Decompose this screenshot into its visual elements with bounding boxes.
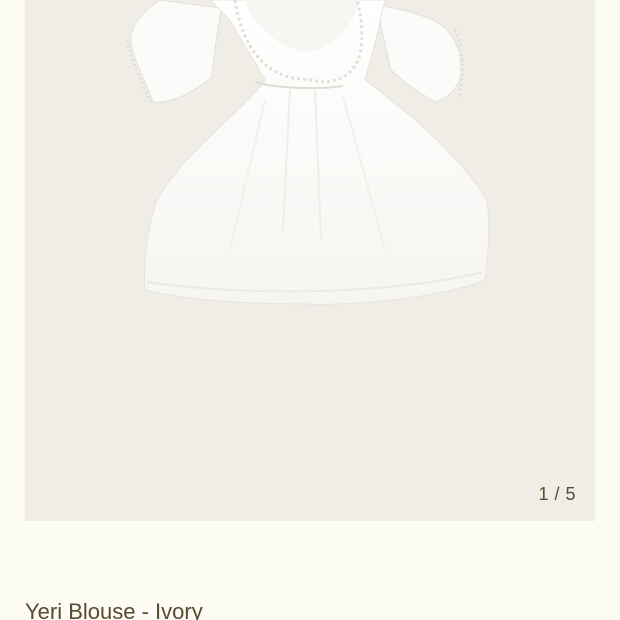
product-image[interactable]	[25, 0, 595, 521]
image-counter: 1 / 5	[538, 484, 576, 504]
product-page: 1 / 5 Yeri Blouse - Ivory	[0, 0, 620, 620]
product-image-gallery[interactable]: 1 / 5	[25, 0, 595, 521]
product-title: Yeri Blouse - Ivory	[25, 599, 203, 620]
